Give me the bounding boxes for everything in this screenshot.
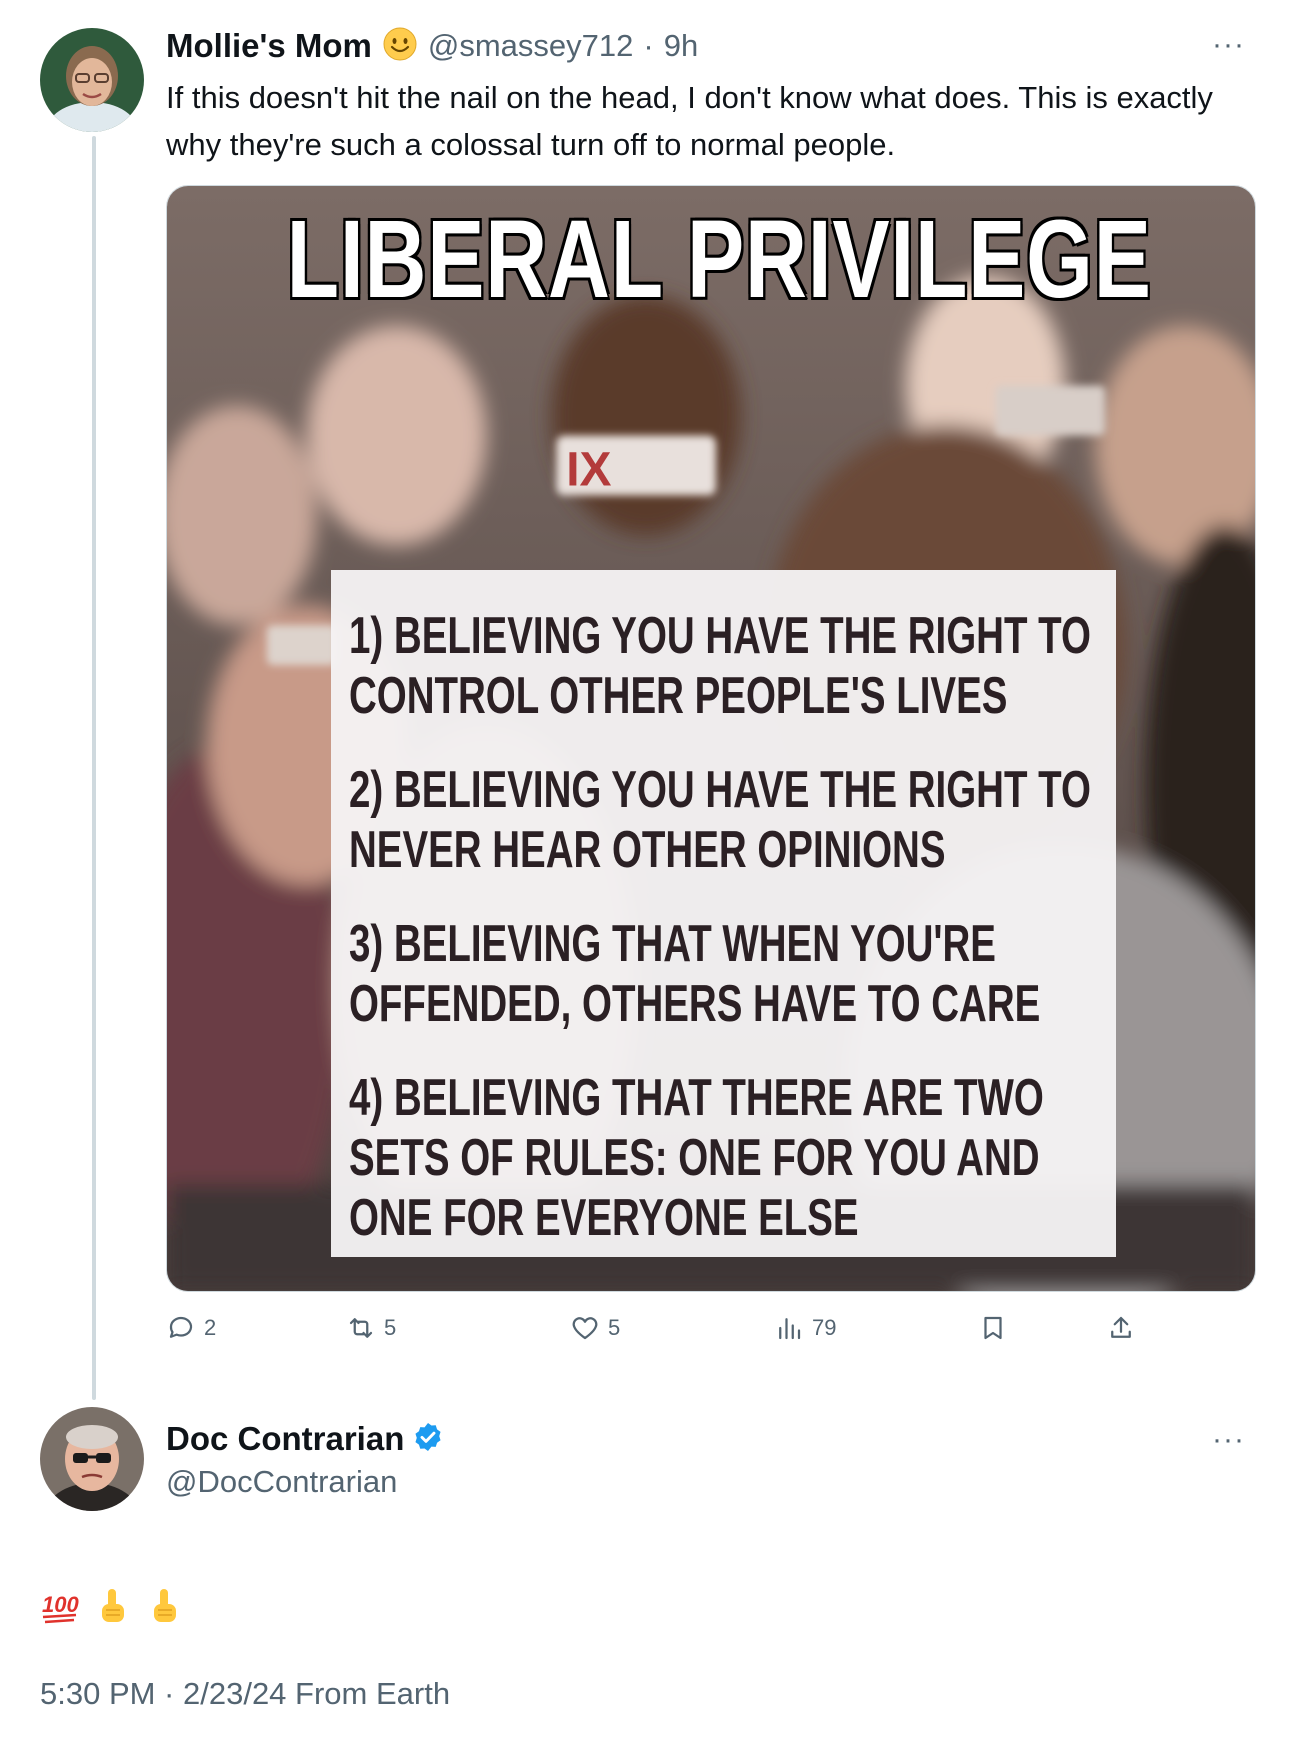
meme-item-2: 2) Believing you have the right to never… <box>349 761 1091 879</box>
user-handle[interactable]: @smassey712 <box>428 28 634 64</box>
tweet-text: If this doesn't hit the nail on the head… <box>166 80 1213 162</box>
meme-image[interactable]: IX LIBERAL PRIVILEGE 1) Believing you ha… <box>166 185 1256 1292</box>
bookmark-icon <box>984 1316 1002 1340</box>
more-options-icon-doc[interactable]: ··· <box>1212 1425 1245 1455</box>
repost-count: 5 <box>384 1315 397 1340</box>
post-age[interactable]: 9h <box>664 28 698 64</box>
share-button[interactable] <box>1106 1308 1136 1348</box>
post-timestamp[interactable]: 5:30 PM · 2/23/24 From Earth <box>40 1676 450 1712</box>
reply-count: 2 <box>204 1315 217 1340</box>
meme-text-box: 1) Believing you have the right to contr… <box>331 570 1116 1257</box>
views-count: 79 <box>812 1315 837 1340</box>
meme-item-4: 4) Believing that there are two sets of … <box>349 1069 1044 1247</box>
views-button[interactable]: 79 <box>774 1308 836 1348</box>
tweet-thread: Mollie's Mom @smassey712 · 9h ··· If thi… <box>0 0 1299 1739</box>
reply-button[interactable]: 2 <box>166 1308 216 1348</box>
verified-badge-icon[interactable] <box>412 1421 444 1458</box>
hundred-points-emoji-icon: 100 <box>40 1586 80 1635</box>
avatar-mollies-mom[interactable] <box>40 28 144 132</box>
display-name[interactable]: Mollie's Mom <box>166 27 372 65</box>
tweet-header: Mollie's Mom @smassey712 · 9h <box>166 26 698 66</box>
views-chart-icon <box>779 1318 801 1340</box>
separator-dot: · <box>643 28 654 63</box>
like-count: 5 <box>608 1315 621 1340</box>
avatar-doc-contrarian[interactable] <box>40 1407 144 1511</box>
heart-icon <box>572 1317 598 1340</box>
meme-item-3: 3) Believing that when you're offended, … <box>349 915 1041 1033</box>
display-name-doc[interactable]: Doc Contrarian <box>166 1420 404 1458</box>
share-icon <box>1111 1316 1131 1338</box>
bookmark-button[interactable] <box>978 1308 1008 1348</box>
smiley-emoji-icon <box>382 26 418 67</box>
tweet-header-doc: Doc Contrarian <box>166 1418 444 1460</box>
repost-button[interactable]: 5 <box>346 1308 396 1348</box>
tweet-text-doc: 100 <box>40 1582 184 1638</box>
sign-text: IX <box>566 443 611 496</box>
svg-text:100: 100 <box>42 1592 79 1617</box>
like-button[interactable]: 5 <box>570 1308 620 1348</box>
meme-item-1: 1) Believing you have the right to contr… <box>349 607 1091 725</box>
repost-icon <box>349 1318 373 1338</box>
user-handle-doc[interactable]: @DocContrarian <box>166 1464 397 1500</box>
thread-connector-line <box>92 136 96 1400</box>
pointing-up-emoji-icon <box>92 1586 132 1635</box>
reply-icon <box>169 1316 193 1338</box>
meme-title: LIBERAL PRIVILEGE <box>285 198 1152 321</box>
more-options-icon[interactable]: ··· <box>1212 30 1245 60</box>
pointing-up-emoji-icon <box>144 1586 184 1635</box>
tweet-action-bar: 2 5 5 79 <box>166 1308 1146 1348</box>
